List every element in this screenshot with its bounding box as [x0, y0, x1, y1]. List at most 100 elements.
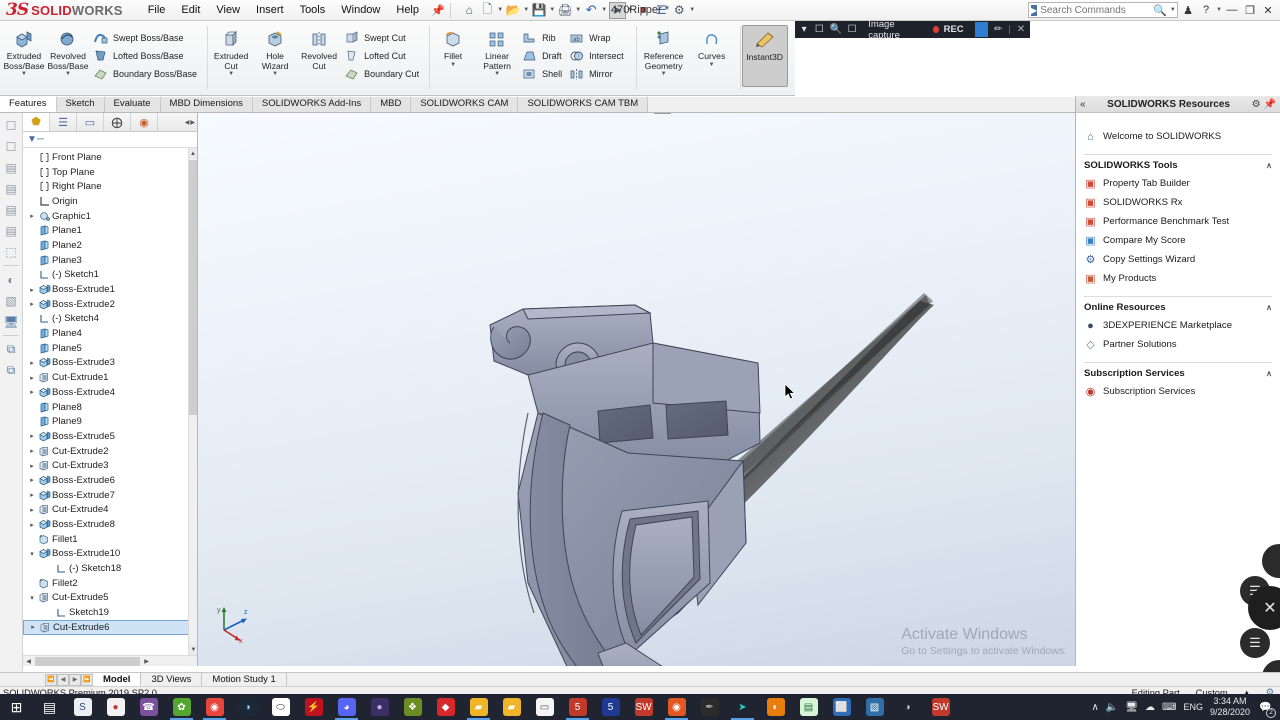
hscroll-left-icon[interactable]: ◀ [23, 656, 34, 666]
tab-nav-prev[interactable]: ◀ [57, 673, 69, 686]
taskbar-steam2-icon[interactable]: ◑ [231, 694, 264, 720]
tab-solidworks-add-ins[interactable]: SOLIDWORKS Add-Ins [252, 97, 372, 112]
expand-toggle-icon[interactable]: ▸ [27, 388, 37, 396]
undo-caret-icon[interactable]: ▼ [601, 7, 608, 13]
hole-wizard-caret-icon[interactable]: ▼ [272, 71, 278, 77]
rail-icon-1[interactable]: ☐ [2, 116, 21, 135]
section-subscription-services[interactable]: Subscription Services ∧ [1084, 362, 1272, 382]
expand-toggle-icon[interactable]: ▸ [27, 432, 37, 440]
fm-tabs-next-icon[interactable]: ▶ [190, 119, 195, 126]
print-icon[interactable]: 🖨 [557, 2, 574, 19]
extruded-cut-caret-icon[interactable]: ▼ [228, 71, 234, 77]
float-button-3[interactable]: ✕ [1248, 586, 1280, 630]
feature-tree-node-boss-extrude1[interactable]: ▸ Boss-Extrude1 [23, 282, 197, 297]
feature-tree-node-right-plane[interactable]: Right Plane [23, 179, 197, 194]
taskbar-solidworks-icon[interactable]: SW [627, 694, 660, 720]
tray-chevron-icon[interactable]: ∧ [1092, 702, 1099, 713]
expand-toggle-icon[interactable]: ▸ [27, 491, 37, 499]
taskbar-steam-icon[interactable]: S [66, 694, 99, 720]
start-button[interactable]: ⊞ [0, 694, 33, 720]
notification-center-icon[interactable]: 💬 2 [1257, 699, 1276, 718]
gear-icon[interactable]: ⚙ [1252, 99, 1261, 110]
menu-item-tools[interactable]: Tools [292, 1, 334, 20]
search-commands-box[interactable]: ▶ 🔍 ▼ [1028, 2, 1179, 18]
curves-caret-icon[interactable]: ▼ [709, 62, 715, 68]
expand-toggle-icon[interactable]: ▸ [27, 447, 37, 455]
rail-icon-7[interactable]: ⬚ [2, 242, 21, 261]
new-document-icon[interactable]: 🗋 [479, 2, 496, 19]
pen-icon[interactable]: ✏ [993, 23, 1003, 36]
rail-icon-5[interactable]: ▤ [2, 200, 21, 219]
feature-tree-node-boss-extrude2[interactable]: ▸ Boss-Extrude2 [23, 297, 197, 312]
reference-geometry-caret-icon[interactable]: ▼ [661, 71, 667, 77]
undo-icon[interactable]: ↶ [583, 2, 600, 19]
tab-nav-first[interactable]: ⏪ [45, 673, 57, 686]
hscroll-thumb[interactable] [35, 656, 140, 666]
print-caret-icon[interactable]: ▼ [575, 7, 582, 13]
float-button-4[interactable]: ☰ [1240, 628, 1270, 658]
tab-solidworks-cam-tbm[interactable]: SOLIDWORKS CAM TBM [518, 97, 649, 112]
display-list-icon[interactable]: ☰ [653, 2, 670, 19]
taskbar-oculus-icon[interactable]: ⬭ [264, 694, 297, 720]
section-solidworks-tools[interactable]: SOLIDWORKS Tools ∧ [1084, 154, 1272, 174]
traffic-light-icon[interactable]: ■ [635, 2, 652, 19]
appearance-icon[interactable]: ▧ [2, 291, 21, 310]
revolved-cut-button[interactable]: Revolved Cut [297, 25, 341, 71]
taskbar-document-icon[interactable]: ▭ [528, 694, 561, 720]
expand-toggle-icon[interactable]: ▸ [27, 462, 37, 470]
rail-icon-6[interactable]: ▤ [2, 221, 21, 240]
taskbar-excel-icon[interactable]: ▤ [792, 694, 825, 720]
tab-nav-next[interactable]: ▶ [69, 673, 81, 686]
feature-tree-node-graphic1[interactable]: ▸ Graphic1 [23, 209, 197, 224]
taskbar-teal-icon[interactable]: ➤ [726, 694, 759, 720]
performance-benchmark-test-link[interactable]: ▣ Performance Benchmark Test [1084, 212, 1272, 231]
expand-toggle-icon[interactable]: ▸ [27, 506, 37, 514]
taskbar-display-icon[interactable]: ⬜ [825, 694, 858, 720]
taskbar-steam3-icon[interactable]: ◑ [891, 694, 924, 720]
open-folder-icon[interactable]: 📂 [505, 2, 522, 19]
magnifier-icon[interactable]: 🔍 [830, 23, 842, 36]
minimize-button[interactable]: — [1224, 2, 1240, 18]
feature-tree-node-plane4[interactable]: Plane4 [23, 326, 197, 341]
reference-geometry-button[interactable]: Reference Geometry ▼ [638, 25, 690, 77]
capture-window-icon[interactable]: ☐ [814, 23, 824, 36]
revolved-boss-base-button[interactable]: Revolved Boss/Base ▼ [46, 25, 90, 77]
instant3d-button[interactable]: Instant3D [741, 25, 788, 87]
chevron-up-icon[interactable]: ∧ [1266, 303, 1272, 312]
configuration-manager-tab[interactable]: ▭ [77, 113, 104, 131]
recorder-stop-button[interactable] [974, 22, 989, 37]
expand-toggle-icon[interactable]: ▾ [27, 550, 37, 558]
tab-evaluate[interactable]: Evaluate [104, 97, 161, 112]
feature-tree-node-cut-extrude2[interactable]: ▸ Cut-Extrude2 [23, 444, 197, 459]
extruded-boss-caret-icon[interactable]: ▼ [21, 71, 27, 77]
feature-tree-node-plane8[interactable]: Plane8 [23, 400, 197, 415]
hole-wizard-button[interactable]: Hole Wizard ▼ [253, 25, 297, 77]
feature-tree-node-fillet1[interactable]: Fillet1 [23, 532, 197, 547]
feature-tree-node-plane5[interactable]: Plane5 [23, 341, 197, 356]
mirror-button[interactable]: Mirror [566, 65, 628, 83]
fillet-caret-icon[interactable]: ▼ [450, 62, 456, 68]
feature-tree-node-sketch19[interactable]: Sketch19 [23, 605, 197, 620]
taskbar-explorer-icon[interactable]: ▰ [462, 694, 495, 720]
fillet-button[interactable]: Fillet ▼ [431, 25, 475, 68]
welcome-to-solidworks-link[interactable]: ⌂ Welcome to SOLIDWORKS [1084, 127, 1272, 146]
chevron-up-icon[interactable]: ∧ [1266, 161, 1272, 170]
task-view-button[interactable]: ▤ [33, 694, 66, 720]
recorder-menu-caret-icon[interactable]: ▾ [799, 23, 809, 36]
wrap-button[interactable]: ab Wrap [566, 29, 628, 47]
taskbar-chrome-icon[interactable]: ◉ [198, 694, 231, 720]
tab-mbd[interactable]: MBD [371, 97, 412, 112]
swept-cut-button[interactable]: Swept Cut [341, 29, 423, 47]
lofted-cut-button[interactable]: Lofted Cut [341, 47, 423, 65]
feature-tree-node-cut-extrude4[interactable]: ▸ Cut-Extrude4 [23, 503, 197, 518]
help-caret-icon[interactable]: ▼ [1216, 7, 1222, 13]
3dexperience-marketplace-link[interactable]: ● 3DEXPERIENCE Marketplace [1084, 316, 1272, 335]
intersect-button[interactable]: Intersect [566, 47, 628, 65]
boundary-boss-base-button[interactable]: Boundary Boss/Base [90, 65, 201, 83]
doc-tab-model[interactable]: Model [92, 673, 142, 686]
taskbar-solidworks2-icon[interactable]: SW [924, 694, 957, 720]
chevron-up-icon[interactable]: ∧ [1266, 369, 1272, 378]
feature-tree-node-fillet2[interactable]: Fillet2 [23, 576, 197, 591]
linear-pattern-caret-icon[interactable]: ▼ [494, 71, 500, 77]
feature-tree-node-cut-extrude5[interactable]: ▾ Cut-Extrude5 [23, 591, 197, 606]
